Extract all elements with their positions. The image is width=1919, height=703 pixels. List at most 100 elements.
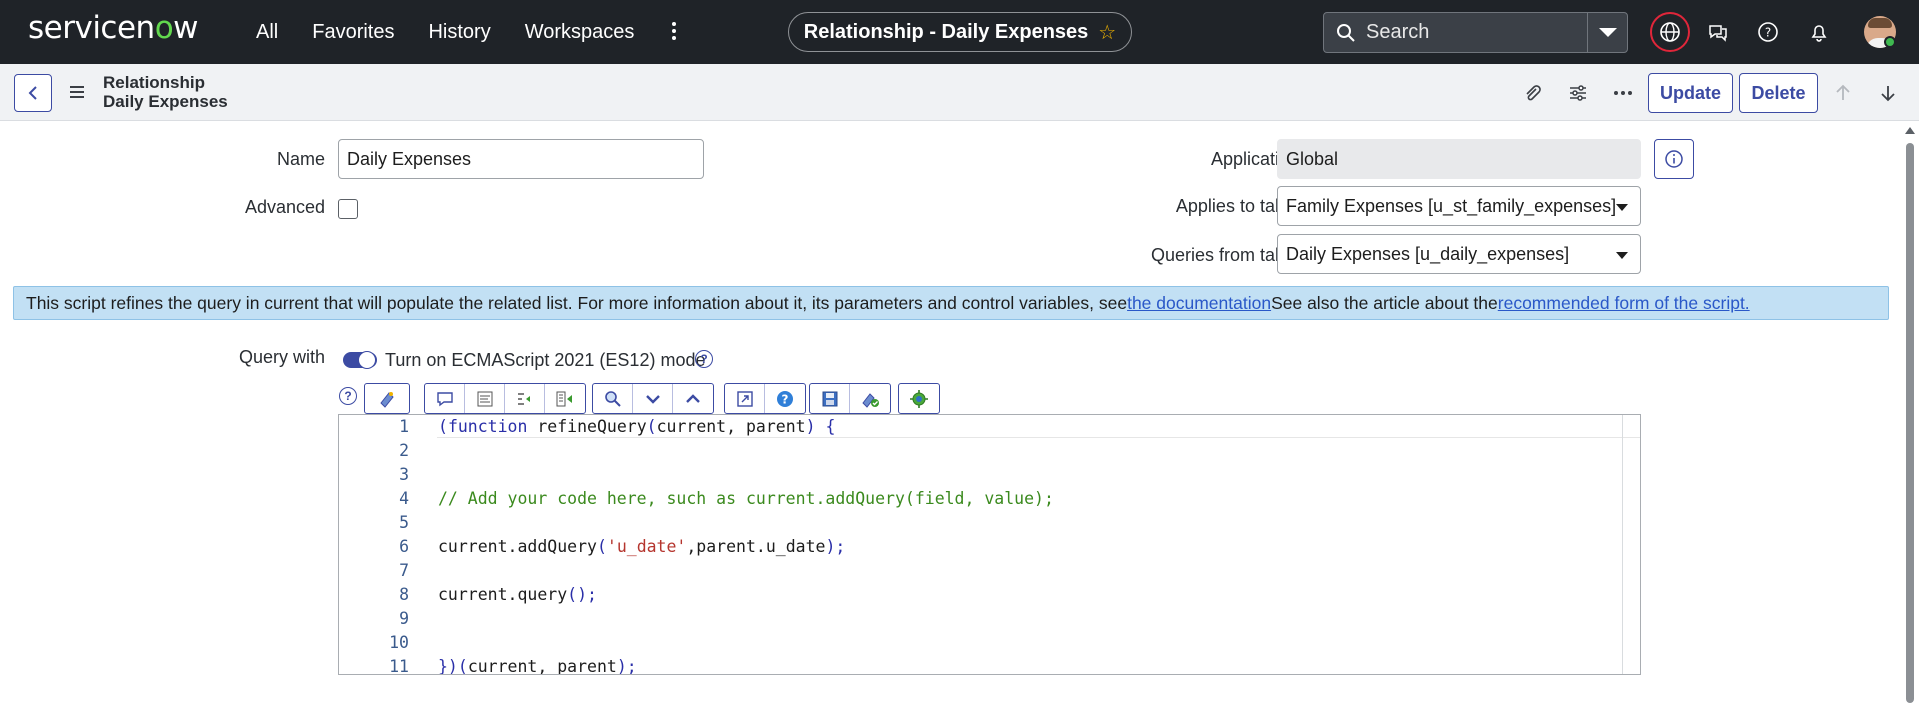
advanced-checkbox[interactable] [338,199,358,219]
chevron-left-icon [28,86,37,100]
line-number: 5 [399,513,409,532]
fullscreen-icon[interactable] [725,384,765,413]
es12-help-icon[interactable]: ? [695,350,713,368]
attachment-icon[interactable] [1518,79,1546,107]
code-line-4: // Add your code here, such as current.a… [438,489,1054,508]
form-header: Relationship Daily Expenses Update Delet… [0,64,1919,121]
toolbar-group-search [592,383,714,414]
record-name: Daily Expenses [103,92,228,111]
es12-mode-label: Turn on ECMAScript 2021 (ES12) mode [385,350,706,370]
info-icon [1665,150,1683,168]
replace-all-icon[interactable] [545,384,585,413]
line-number: 4 [399,489,409,508]
more-menu-icon[interactable] [668,20,680,44]
search-scope-dropdown[interactable] [1587,13,1627,52]
es12-mode-toggle[interactable] [343,351,377,369]
record-type: Relationship [103,73,206,92]
documentation-link[interactable]: the documentation [1127,293,1271,314]
line-number: 1 [399,417,409,436]
save-icon[interactable] [810,384,850,413]
toolbar-group-format [364,383,410,414]
replace-icon[interactable] [505,384,545,413]
toolbar-group-view: ? [724,383,806,414]
personalize-form-icon[interactable] [1564,79,1592,107]
previous-record-arrow-icon[interactable] [1829,79,1857,107]
script-debugger-icon[interactable] [899,384,939,413]
update-button[interactable]: Update [1648,73,1733,113]
script-help-icon[interactable]: ? [765,384,805,413]
line-number: 6 [399,537,409,556]
top-navigation-bar: servicenow All Favorites History Workspa… [0,0,1919,64]
editor-help-icon[interactable]: ? [339,387,357,405]
presence-status-dot [1884,36,1896,48]
nav-workspaces[interactable]: Workspaces [525,21,635,44]
search-code-icon[interactable] [593,384,633,413]
global-search[interactable]: Search [1323,12,1628,53]
advanced-label: Advanced [244,197,325,217]
svg-text:?: ? [1765,26,1771,40]
chat-icon[interactable] [1700,14,1736,50]
search-icon [1337,23,1355,42]
code-line-11: })(current, parent); [438,657,637,675]
scope-globe-icon[interactable] [1650,12,1690,52]
back-button[interactable] [14,74,52,112]
toggle-syntax-check-icon[interactable] [850,384,890,413]
format-code-icon[interactable] [365,384,409,413]
application-field: Global [1277,139,1641,179]
line-number-gutter: 1 2 3 4 5 6 7 8 9 10 11 [339,415,417,674]
comment-icon[interactable] [425,384,465,413]
svg-text:?: ? [782,392,789,406]
editor-margin-line [1622,415,1623,674]
search-input[interactable]: Search [1366,21,1587,44]
application-label: Application [1210,149,1299,169]
toolbar-group-debug [898,383,940,414]
code-line-8: current.query(); [438,585,597,604]
favorite-star-icon[interactable]: ☆ [1098,20,1116,45]
queries-from-table-select[interactable]: Daily Expenses [u_daily_expenses] [1277,234,1641,274]
applies-to-table-select[interactable]: Family Expenses [u_st_family_expenses] [1277,186,1641,226]
line-number: 3 [399,465,409,484]
line-number: 11 [389,657,409,675]
query-with-label: Query with [238,347,325,367]
next-record-arrow-icon[interactable] [1874,79,1902,107]
script-info-banner: This script refines the query in current… [13,286,1889,320]
record-heading: Relationship Daily Expenses [103,73,228,111]
name-label: Name [276,149,325,169]
context-title-text: Relationship - Daily Expenses [803,20,1089,43]
format-text-icon[interactable] [465,384,505,413]
toolbar-group-edit [424,383,586,414]
line-number: 7 [399,561,409,580]
line-number: 10 [389,633,409,652]
line-number: 9 [399,609,409,628]
context-title[interactable]: Relationship - Daily Expenses ☆ [788,12,1132,52]
toolbar-group-save [809,383,891,414]
scrollbar-thumb[interactable] [1906,143,1914,703]
code-line-1: (function refineQuery(current, parent) { [438,417,836,436]
more-options-icon[interactable] [1609,79,1637,107]
line-number: 2 [399,441,409,460]
code-line-6: current.addQuery('u_date',parent.u_date)… [438,537,846,556]
script-editor[interactable]: 1 2 3 4 5 6 7 8 9 10 11 (function refine… [338,414,1641,675]
queries-from-table-label: Queries from table [1150,245,1299,265]
find-previous-icon[interactable] [673,384,713,413]
notifications-bell-icon[interactable] [1801,14,1837,50]
main-nav: All Favorites History Workspaces [256,0,668,64]
delete-button[interactable]: Delete [1739,73,1818,113]
applies-to-table-label: Applies to table [1175,196,1299,216]
page-scrollbar[interactable] [1905,127,1915,703]
active-line-highlight [437,437,1640,438]
scroll-up-arrow-icon[interactable] [1905,127,1915,134]
servicenow-logo[interactable]: servicenow [28,10,199,46]
line-number: 8 [399,585,409,604]
find-next-icon[interactable] [633,384,673,413]
nav-favorites[interactable]: Favorites [312,21,394,44]
application-info-button[interactable] [1654,139,1694,179]
recommended-form-link[interactable]: recommended form of the script. [1498,293,1750,314]
help-icon[interactable]: ? [1750,14,1786,50]
name-field[interactable]: Daily Expenses [338,139,704,179]
banner-text-2: See also the article about the [1271,292,1498,313]
banner-text-1: This script refines the query in current… [26,292,1128,313]
nav-all[interactable]: All [256,21,278,44]
nav-history[interactable]: History [428,21,490,44]
context-menu-icon[interactable] [70,86,84,101]
